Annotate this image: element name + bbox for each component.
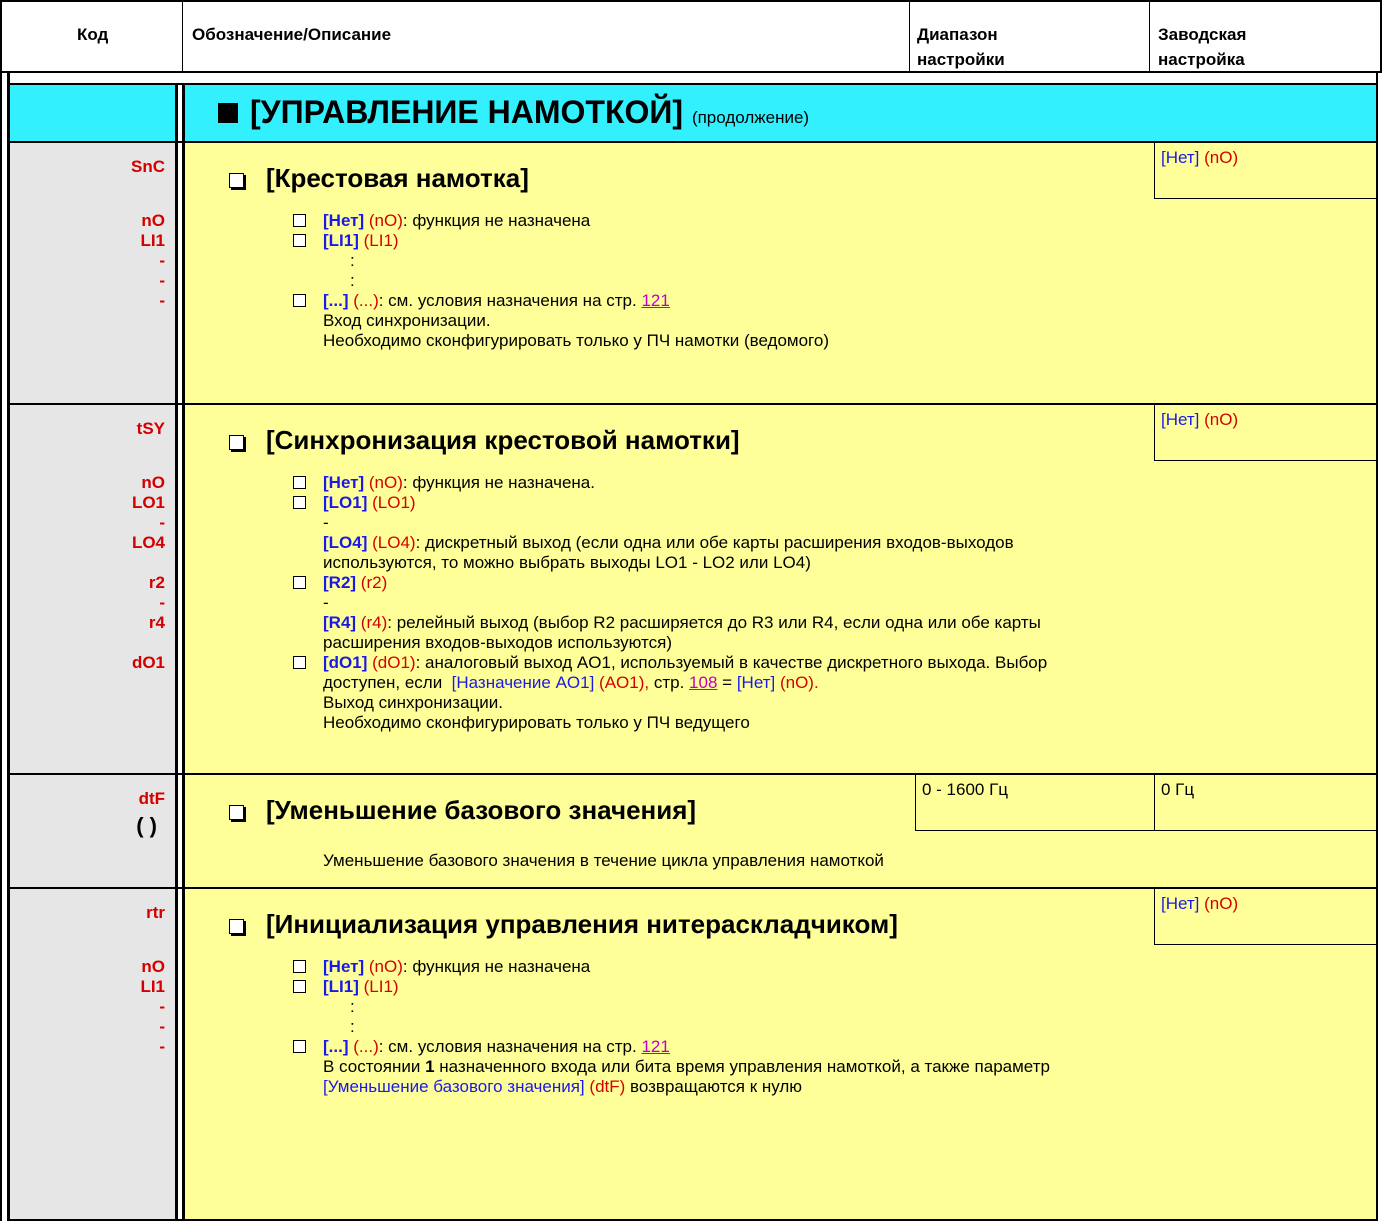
table-left-border (0, 73, 10, 1221)
header-factory: Заводская настройка (1158, 25, 1247, 69)
checkbox-icon (229, 919, 244, 934)
factory-setting: [Нет] (nO) (1154, 143, 1376, 199)
header-range: Диапазон настройки (917, 25, 1005, 69)
checkbox-icon (229, 805, 244, 820)
param-code: rtr (146, 903, 165, 922)
page-link[interactable]: 121 (641, 1037, 669, 1056)
factory-setting: [Нет] (nO) (1154, 405, 1376, 461)
divider (1149, 2, 1150, 71)
checkbox-icon (293, 496, 306, 509)
checkbox-icon (293, 476, 306, 489)
section-title: [УПРАВЛЕНИЕ НАМОТКОЙ] (продолжение) (218, 94, 809, 131)
page-link[interactable]: 121 (641, 291, 669, 310)
checkbox-icon (293, 1040, 306, 1053)
param-row-dtf: dtF ( ) [Уменьшение базового значения] 0… (10, 773, 1376, 887)
param-title: [Инициализация управления нитераскладчик… (229, 909, 898, 940)
checkbox-icon (293, 960, 306, 973)
param-title: [Крестовая намотка] (229, 163, 529, 194)
option-codes: nO LO1 - LO4 r2 - r4 dO1 (131, 473, 165, 672)
checkbox-icon (293, 576, 306, 589)
checkbox-icon (293, 294, 306, 307)
rotate-icon: ( ) (136, 813, 157, 838)
checkbox-icon (229, 173, 244, 188)
header-description: Обозначение/Описание (192, 25, 392, 44)
header-code: Код (77, 25, 109, 44)
section-title-row: [УПРАВЛЕНИЕ НАМОТКОЙ] (продолжение) (10, 83, 1376, 141)
table-header: Код Обозначение/Описание Диапазон настрой… (0, 0, 1382, 73)
parameter-table: [УПРАВЛЕНИЕ НАМОТКОЙ] (продолжение) SnC … (0, 73, 1382, 1221)
option-codes: nO LI1 - - - (140, 957, 165, 1056)
checkbox-icon (293, 234, 306, 247)
param-description: Уменьшение базового значения в течение ц… (323, 851, 884, 870)
setting-range: 0 - 1600 Гц (915, 775, 1155, 831)
divider (909, 2, 910, 71)
checkbox-icon (293, 214, 306, 227)
param-row-rtr: rtr nO LI1 - - - [Инициализация управлен… (10, 887, 1376, 1221)
param-code: dtF (138, 789, 165, 808)
param-title: [Синхронизация крестовой намотки] (229, 425, 740, 456)
option-codes: nO LI1 - - - (140, 211, 165, 310)
param-title: [Уменьшение базового значения] (229, 795, 696, 826)
param-row-tsy: tSY nO LO1 - LO4 r2 - r4 dO1 [Синхрониза… (10, 403, 1376, 773)
page-link[interactable]: 108 (689, 673, 717, 692)
param-code: SnC (131, 157, 165, 176)
param-code: tSY (136, 419, 165, 438)
bullet-square-icon (218, 103, 238, 123)
table-right-border (1376, 73, 1382, 1221)
checkbox-icon (293, 980, 306, 993)
checkbox-icon (229, 435, 244, 450)
factory-setting: 0 Гц (1154, 775, 1376, 831)
factory-setting: [Нет] (nO) (1154, 889, 1376, 945)
checkbox-icon (293, 656, 306, 669)
param-row-snc: SnC nO LI1 - - - [Крестовая намотка] [Не… (10, 141, 1376, 403)
divider (182, 2, 183, 71)
